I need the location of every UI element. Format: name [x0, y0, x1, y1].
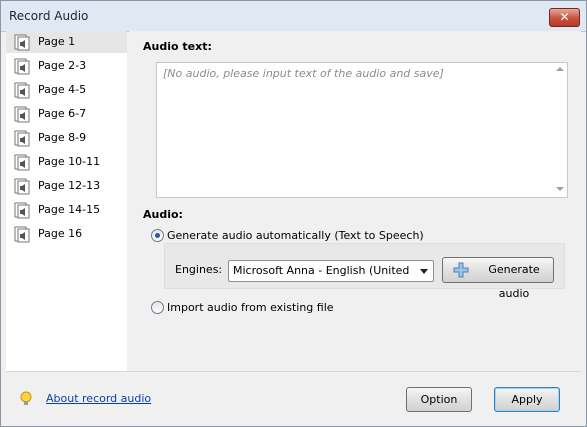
- sidebar-item-page-10-11[interactable]: Page 10-11: [6, 151, 127, 173]
- sidebar-item-page-2-3[interactable]: Page 2-3: [6, 55, 127, 77]
- radio-tts-label[interactable]: Generate audio automatically (Text to Sp…: [167, 229, 424, 242]
- sidebar-item-label: Page 8-9: [38, 131, 87, 144]
- title-bar: Record Audio ✕: [1, 1, 586, 32]
- audio-page-icon: [14, 154, 30, 171]
- audio-page-icon: [14, 106, 30, 123]
- audio-page-icon: [14, 226, 30, 243]
- sidebar-item-page-8-9[interactable]: Page 8-9: [6, 127, 127, 149]
- page-list: Page 1 Page 2-3 Page 4-5 Page 6-7 Page 8…: [6, 31, 127, 371]
- generate-audio-label: Generate audio: [488, 263, 540, 300]
- audio-page-icon: [14, 202, 30, 219]
- audio-page-icon: [14, 82, 30, 99]
- audio-page-icon: [14, 178, 30, 195]
- audio-settings-panel: Audio text: [No audio, please input text…: [129, 31, 581, 371]
- audio-page-icon: [14, 34, 30, 51]
- dialog-footer: About record audio Option Apply: [6, 371, 581, 422]
- sidebar-item-label: Page 12-13: [38, 179, 101, 192]
- audio-page-icon: [14, 58, 30, 75]
- sidebar-item-label: Page 2-3: [38, 59, 87, 72]
- about-record-audio-link[interactable]: About record audio: [46, 392, 151, 405]
- apply-button[interactable]: Apply: [494, 387, 560, 412]
- engine-selected-value: Microsoft Anna - English (United States): [233, 264, 413, 277]
- radio-import-label[interactable]: Import audio from existing file: [167, 301, 334, 314]
- audio-label: Audio:: [143, 208, 183, 221]
- sidebar-item-page-6-7[interactable]: Page 6-7: [6, 103, 127, 125]
- audio-text-placeholder: [No audio, please input text of the audi…: [163, 67, 444, 80]
- scroll-down-arrow[interactable]: [556, 187, 564, 191]
- chevron-down-icon: [420, 269, 428, 274]
- scroll-up-arrow[interactable]: [556, 67, 564, 71]
- radio-import[interactable]: [151, 301, 164, 314]
- sidebar-item-page-12-13[interactable]: Page 12-13: [6, 175, 127, 197]
- sidebar-item-page-14-15[interactable]: Page 14-15: [6, 199, 127, 221]
- close-button[interactable]: ✕: [549, 8, 580, 27]
- record-audio-window: Record Audio ✕ Page 1 Page 2-3 Page 4-5 …: [0, 0, 587, 427]
- close-icon: ✕: [559, 10, 570, 24]
- audio-text-label: Audio text:: [143, 40, 212, 53]
- generate-audio-button[interactable]: Generate audio: [442, 257, 554, 300]
- radio-selected-dot: [155, 233, 160, 238]
- engines-label: Engines:: [175, 263, 223, 276]
- audio-text-input[interactable]: [No audio, please input text of the audi…: [156, 62, 568, 198]
- radio-tts[interactable]: [151, 229, 164, 242]
- plus-icon: [453, 262, 469, 278]
- option-button[interactable]: Option: [406, 387, 472, 412]
- sidebar-item-label: Page 6-7: [38, 107, 87, 120]
- sidebar-item-label: Page 4-5: [38, 83, 87, 96]
- sidebar-item-label: Page 10-11: [38, 155, 101, 168]
- sidebar-item-label: Page 16: [38, 227, 83, 240]
- window-title: Record Audio: [9, 9, 89, 23]
- sidebar-item-page-4-5[interactable]: Page 4-5: [6, 79, 127, 101]
- engine-select[interactable]: Microsoft Anna - English (United States): [228, 260, 434, 282]
- audio-page-icon: [14, 130, 30, 147]
- sidebar-item-label: Page 14-15: [38, 203, 101, 216]
- sidebar-item-page-16[interactable]: Page 16: [6, 223, 127, 245]
- sidebar-item-page-1[interactable]: Page 1: [6, 31, 127, 53]
- sidebar-item-label: Page 1: [38, 35, 76, 48]
- engine-panel: Engines: Microsoft Anna - English (Unite…: [164, 243, 565, 300]
- lightbulb-icon: [20, 391, 32, 405]
